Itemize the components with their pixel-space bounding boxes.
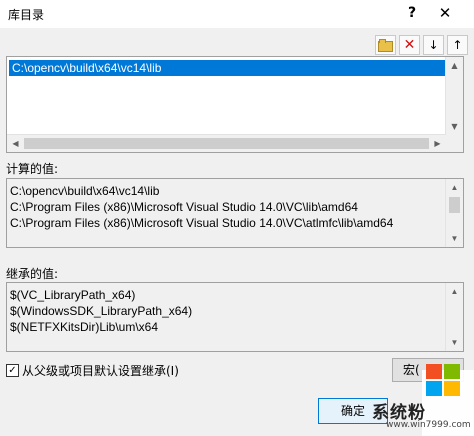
horizontal-scrollbar[interactable]: ◀ ▶ xyxy=(7,134,446,152)
scroll-up-icon[interactable]: ▲ xyxy=(446,57,463,74)
help-button[interactable]: ? xyxy=(400,2,424,24)
computed-line: C:\Program Files (x86)\Microsoft Visual … xyxy=(10,216,394,230)
new-folder-icon xyxy=(378,38,393,52)
title-bar: 库目录 ? ✕ xyxy=(0,0,474,28)
toolbar: ✕ ↓ ↑ xyxy=(375,35,468,55)
scroll-corner xyxy=(446,135,463,152)
computed-scrollbar[interactable]: ▲ ▼ xyxy=(445,179,463,247)
scroll-up-icon[interactable]: ▲ xyxy=(446,179,463,196)
delete-icon: ✕ xyxy=(403,37,416,53)
computed-values-box: C:\opencv\build\x64\vc14\lib C:\Program … xyxy=(6,178,464,248)
inherited-line: $(VC_LibraryPath_x64) xyxy=(10,288,136,302)
inherit-checkbox[interactable]: ✓ xyxy=(6,364,19,377)
watermark-url: www.win7999.com xyxy=(386,420,471,430)
delete-button[interactable]: ✕ xyxy=(399,35,420,55)
scroll-down-icon[interactable]: ▼ xyxy=(446,230,463,247)
scroll-right-icon[interactable]: ▶ xyxy=(429,135,446,152)
new-line-button[interactable] xyxy=(375,35,396,55)
move-down-icon: ↓ xyxy=(428,38,439,52)
inherited-values-label: 继承的值: xyxy=(6,267,59,281)
computed-line: C:\Program Files (x86)\Microsoft Visual … xyxy=(10,200,358,214)
inherited-scrollbar[interactable]: ▲ ▼ xyxy=(445,283,463,351)
list-item[interactable]: C:\opencv\build\x64\vc14\lib xyxy=(9,60,447,76)
inherited-line: $(NETFXKitsDir)Lib\um\x64 xyxy=(10,320,159,334)
computed-values-label: 计算的值: xyxy=(6,162,59,176)
directory-list[interactable]: C:\opencv\build\x64\vc14\lib ▲ ▼ ◀ ▶ xyxy=(6,56,464,153)
scroll-left-icon[interactable]: ◀ xyxy=(7,135,24,152)
move-up-icon: ↑ xyxy=(452,38,463,52)
dialog-title: 库目录 xyxy=(8,8,45,22)
inherit-checkbox-label[interactable]: 从父级或项目默认设置继承(I) xyxy=(22,362,179,379)
windows-logo-icon xyxy=(426,364,462,398)
vertical-scrollbar[interactable]: ▲ ▼ xyxy=(445,57,463,135)
scroll-thumb[interactable] xyxy=(24,138,429,149)
library-directories-dialog: 库目录 ? ✕ ✕ ↓ ↑ C:\opencv\build\x64\vc14\l… xyxy=(0,0,474,436)
scroll-down-icon[interactable]: ▼ xyxy=(446,118,463,135)
close-button[interactable]: ✕ xyxy=(432,2,458,24)
computed-line: C:\opencv\build\x64\vc14\lib xyxy=(10,184,160,198)
inherited-line: $(WindowsSDK_LibraryPath_x64) xyxy=(10,304,193,318)
scroll-thumb[interactable] xyxy=(449,197,460,213)
scroll-down-icon[interactable]: ▼ xyxy=(446,334,463,351)
move-up-button[interactable]: ↑ xyxy=(447,35,468,55)
inherited-values-box: $(VC_LibraryPath_x64) $(WindowsSDK_Libra… xyxy=(6,282,464,352)
scroll-up-icon[interactable]: ▲ xyxy=(446,283,463,300)
move-down-button[interactable]: ↓ xyxy=(423,35,444,55)
